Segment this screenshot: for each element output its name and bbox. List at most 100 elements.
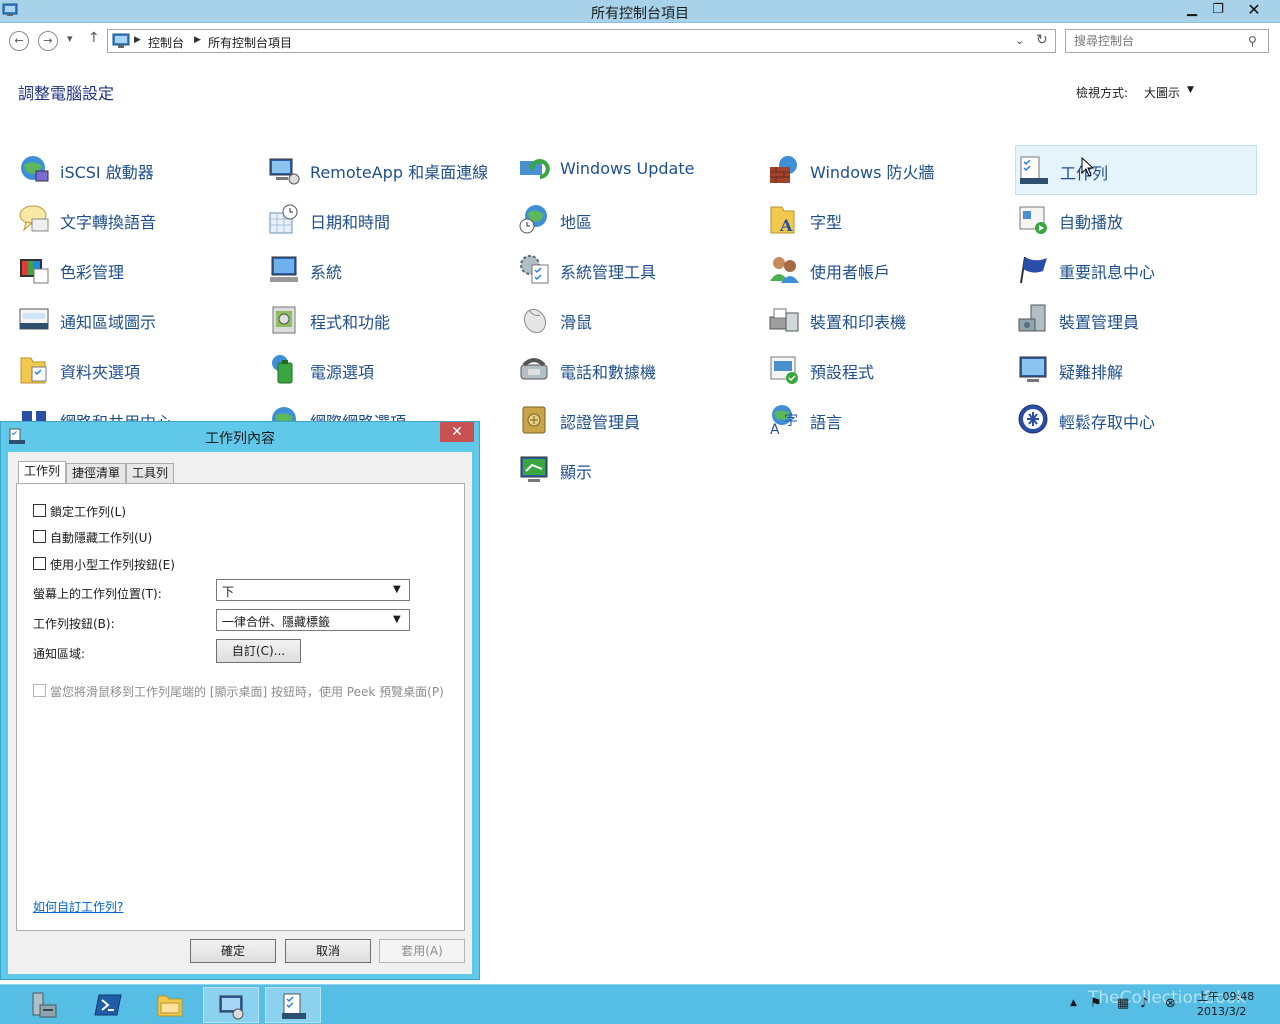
cp-item-ease-of-access[interactable]: 輕鬆存取中心 (1015, 395, 1257, 445)
notify-label: 通知區域: (33, 647, 86, 661)
cp-item-text-to-speech[interactable]: 文字轉換語音 (16, 195, 258, 245)
cp-item-taskbar[interactable]: 工作列 (1015, 145, 1257, 195)
tab-taskbar[interactable]: 工作列 (18, 461, 66, 484)
cp-item-user-accounts[interactable]: 使用者帳戶 (766, 245, 1008, 295)
view-by-dropdown-icon[interactable]: ▼ (1187, 85, 1194, 95)
forward-button[interactable]: → (38, 31, 58, 51)
cp-item-fonts[interactable]: A 字型 (766, 195, 1008, 245)
search-input[interactable] (1074, 33, 1244, 49)
checkbox-box[interactable] (33, 504, 46, 517)
clock-time[interactable]: 上午 09:48 (1197, 988, 1254, 1004)
cp-item-device-manager[interactable]: 裝置管理員 (1015, 295, 1257, 345)
cp-item-date-time[interactable]: 日期和時間 (266, 195, 508, 245)
ok-button[interactable]: 確定 (190, 939, 276, 963)
checkbox-box[interactable] (33, 684, 46, 697)
buttons-select[interactable]: 一律合併、隱藏標籤 ▼ (216, 609, 410, 631)
restore-button[interactable]: ❐ (1205, 0, 1231, 20)
help-link[interactable]: 如何自訂工作列? (33, 898, 123, 915)
cp-item-windows-update[interactable]: Windows Update (516, 145, 758, 195)
search-box[interactable]: ⚲ (1065, 29, 1269, 53)
breadcrumb-all-items[interactable]: 所有控制台項目 (208, 34, 292, 51)
cp-item-default-programs[interactable]: 預設程式 (766, 345, 1008, 395)
breadcrumb-chevron-icon: ▶ (194, 35, 201, 45)
dialog-client-area: 工作列 捷徑清單 工具列 鎖定工作列(L) 自動隱藏工作列(U) 使用小型工作列… (8, 452, 472, 974)
view-by-label: 檢視方式: (1076, 86, 1129, 100)
checkbox-label: 使用小型工作列按鈕(E) (50, 558, 175, 572)
checkbox-label: 當您將滑鼠移到工作列尾端的 [顯示桌面] 按鈕時，使用 Peek 預覽桌面(P) (50, 685, 444, 699)
speech-bubble-icon (19, 205, 49, 232)
cp-item-power-options[interactable]: 電源選項 (266, 345, 508, 395)
cp-item-label: 自動播放 (1059, 213, 1124, 232)
cp-item-label: 預設程式 (810, 363, 875, 382)
cp-item-credential-manager[interactable]: 認證管理員 (516, 395, 758, 445)
cp-item-autoplay[interactable]: 自動播放 (1015, 195, 1257, 245)
taskbar-taskbar-properties[interactable] (265, 987, 321, 1023)
cp-item-label: 系統管理工具 (560, 263, 657, 282)
calendar-clock-icon (269, 204, 298, 234)
cp-item-color-management[interactable]: 色彩管理 (16, 245, 258, 295)
customize-button[interactable]: 自訂(C)... (216, 639, 301, 663)
cancel-button[interactable]: 取消 (285, 939, 371, 963)
cp-item-folder-options[interactable]: 資料夾選項 (16, 345, 258, 395)
device-manager-icon (1018, 304, 1046, 332)
cp-item-devices-printers[interactable]: 裝置和印表機 (766, 295, 1008, 345)
address-bar[interactable]: ▶ 控制台 ▶ 所有控制台項目 ⌄ ↻ (107, 29, 1056, 53)
close-button[interactable]: ✕ (1231, 0, 1277, 20)
cp-item-system[interactable]: 系統 (266, 245, 508, 295)
checkbox-box[interactable] (33, 530, 46, 543)
flag-icon[interactable]: ⚑ (1090, 996, 1102, 1011)
control-panel-icon (112, 33, 130, 48)
minimize-button[interactable]: ▁ (1179, 0, 1205, 20)
taskbar-file-explorer[interactable] (142, 987, 198, 1023)
cp-item-iscsi[interactable]: iSCSI 啟動器 (16, 145, 258, 195)
address-dropdown-icon[interactable]: ⌄ (1015, 34, 1024, 47)
taskbar-control-panel[interactable] (203, 987, 259, 1023)
cp-item-admin-tools[interactable]: 系統管理工具 (516, 245, 758, 295)
cp-item-remoteapp[interactable]: RemoteApp 和桌面連線 (266, 145, 508, 195)
cp-item-notification-icons[interactable]: 通知區域圖示 (16, 295, 258, 345)
cp-item-label: 字型 (810, 213, 843, 232)
cp-item-label: 色彩管理 (60, 263, 125, 282)
tab-jump-lists[interactable]: 捷徑清單 (66, 463, 126, 483)
cp-item-region[interactable]: 地區 (516, 195, 758, 245)
back-button[interactable]: ← (9, 31, 29, 51)
cp-item-mouse[interactable]: 滑鼠 (516, 295, 758, 345)
show-hidden-icons-icon[interactable]: ▲ (1070, 998, 1077, 1008)
vault-icon (522, 406, 546, 434)
taskbar-properties-dialog: 工作列內容 ✕ 工作列 捷徑清單 工具列 鎖定工作列(L) 自動隱藏工作列(U)… (0, 421, 480, 980)
cp-item-display[interactable]: 顯示 (516, 445, 758, 495)
refresh-icon[interactable]: ↻ (1036, 32, 1048, 48)
cp-item-phone-modem[interactable]: 電話和數據機 (516, 345, 758, 395)
cp-item-language[interactable]: A字 語言 (766, 395, 1008, 445)
speaker-icon[interactable]: ♪ (1140, 996, 1148, 1011)
taskbar-server-manager[interactable] (16, 987, 72, 1023)
view-by-select[interactable]: 大圖示 (1144, 84, 1180, 101)
cp-item-programs-features[interactable]: 程式和功能 (266, 295, 508, 345)
dialog-close-button[interactable]: ✕ (440, 422, 474, 442)
page-title: 調整電腦設定 (18, 84, 115, 103)
cp-item-label: Windows 防火牆 (810, 163, 935, 182)
clock-date[interactable]: 2013/3/2 (1197, 1005, 1246, 1018)
cp-item-label: 地區 (560, 213, 593, 232)
taskbar-powershell[interactable] (80, 987, 136, 1023)
cp-item-firewall[interactable]: Windows 防火牆 (766, 145, 1008, 195)
recent-locations-icon[interactable]: ▾ (67, 32, 73, 45)
taskbar-icon (1020, 156, 1048, 184)
tab-toolbars[interactable]: 工具列 (126, 463, 174, 483)
position-select[interactable]: 下 ▼ (216, 579, 410, 601)
select-value: 下 (222, 585, 235, 599)
apply-button[interactable]: 套用(A) (379, 939, 465, 963)
checkbox-box[interactable] (33, 557, 46, 570)
breadcrumb-control-panel[interactable]: 控制台 (148, 34, 184, 51)
up-arrow-icon[interactable]: ↑ (88, 30, 100, 46)
cp-item-label: 語言 (810, 413, 843, 432)
cp-item-troubleshooting[interactable]: 疑難排解 (1015, 345, 1257, 395)
cp-item-action-center[interactable]: 重要訊息中心 (1015, 245, 1257, 295)
globe-icon (21, 156, 49, 182)
search-icon[interactable]: ⚲ (1248, 34, 1257, 48)
breadcrumb-chevron-icon: ▶ (134, 35, 141, 45)
cp-item-label: 裝置管理員 (1059, 313, 1140, 332)
input-method-icon[interactable]: ⊗ (1165, 996, 1176, 1011)
cp-item-label: RemoteApp 和桌面連線 (310, 163, 489, 182)
network-icon[interactable]: ▦ (1117, 996, 1129, 1011)
